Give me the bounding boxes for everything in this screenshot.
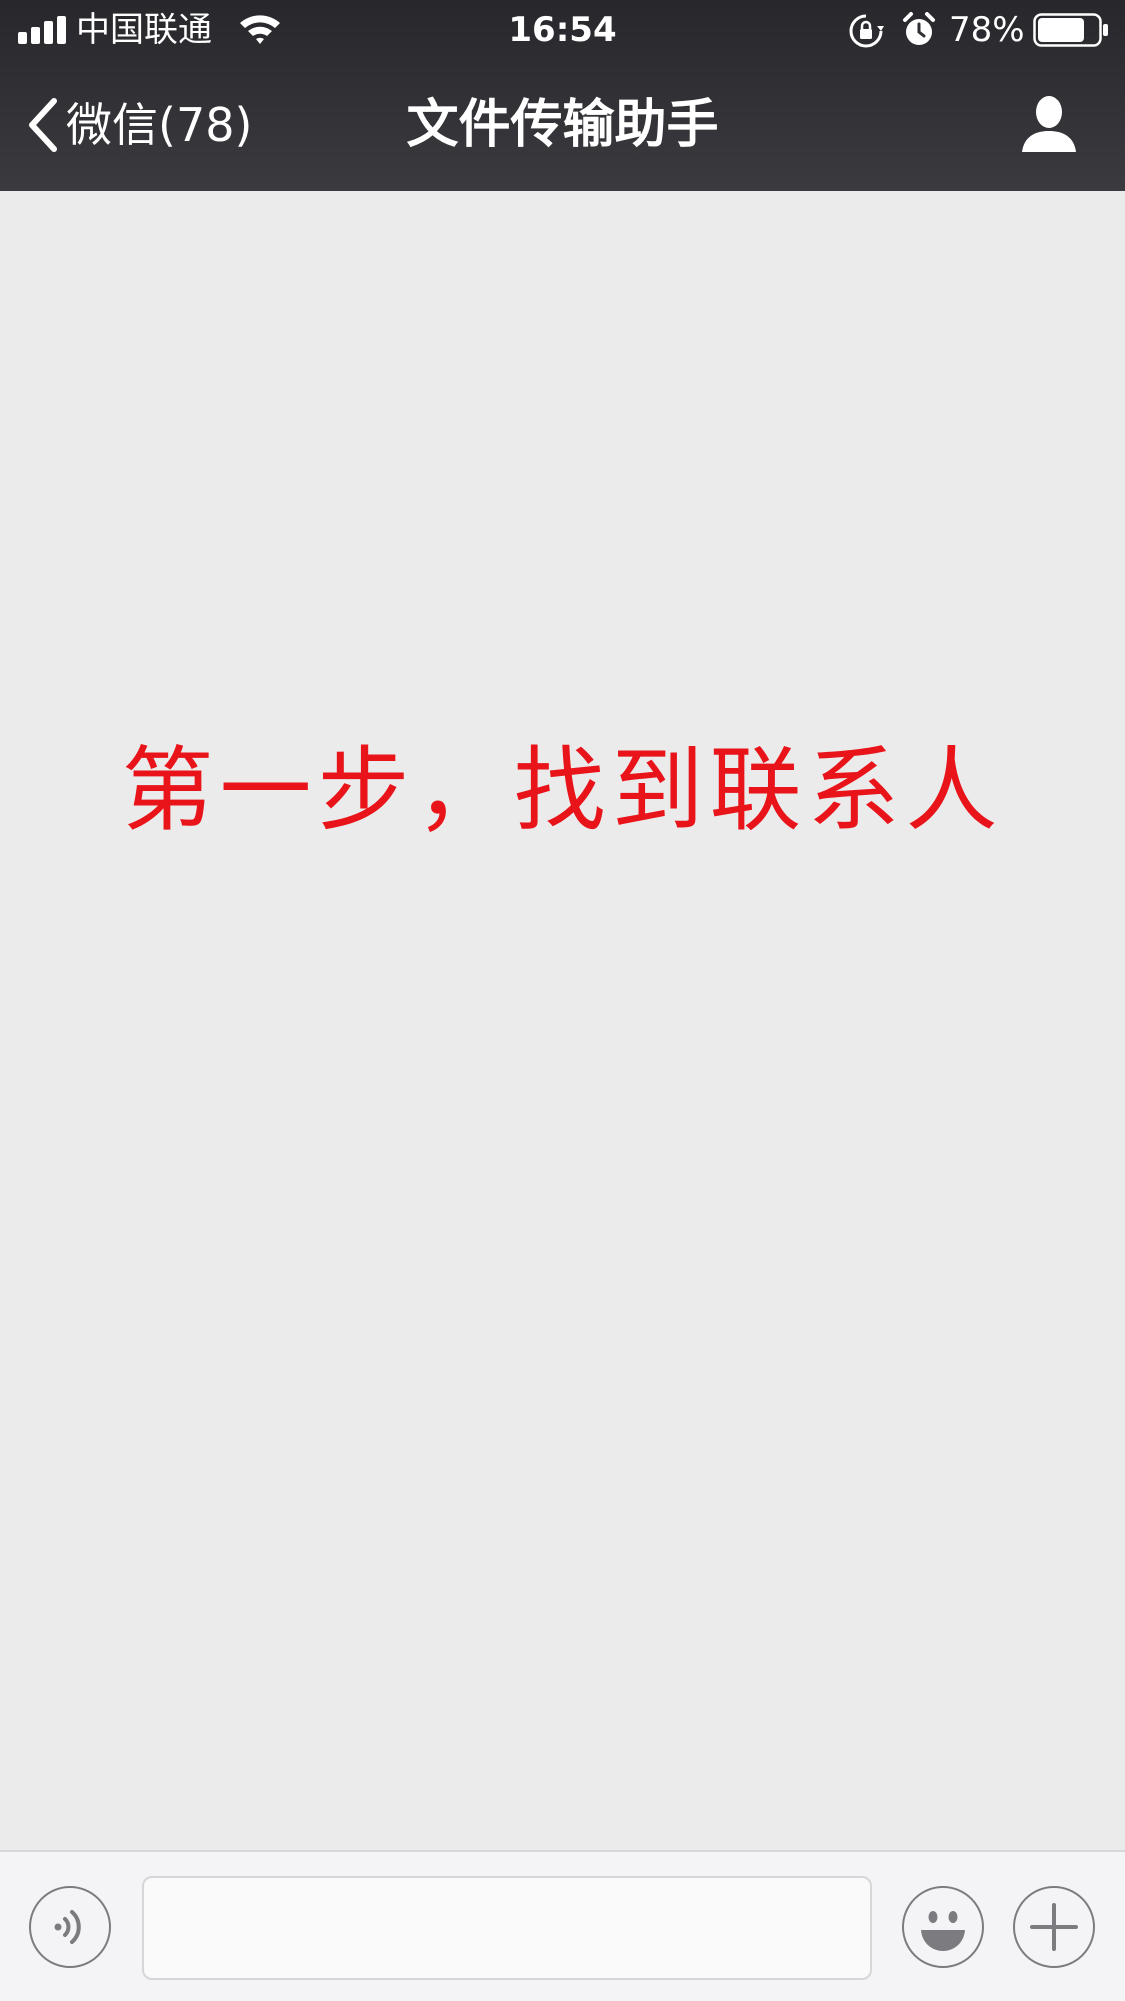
plus-icon: [1030, 1903, 1078, 1951]
battery-icon: [1033, 13, 1108, 47]
more-button[interactable]: [1013, 1886, 1095, 1968]
voice-button[interactable]: [29, 1886, 111, 1968]
status-bar: 中国联通 16:54 78%: [0, 0, 1125, 62]
header: 中国联通 16:54 78% 微信(78) 文件传输助手: [0, 0, 1125, 191]
emoji-icon: [921, 1911, 965, 1951]
chevron-left-icon: [29, 98, 57, 152]
input-toolbar: [0, 1850, 1125, 2001]
chat-area[interactable]: 第一步，找到联系人: [0, 191, 1125, 1850]
voice-icon: [54, 1910, 81, 1944]
instruction-text: 第一步，找到联系人: [121, 737, 1004, 844]
profile-icon[interactable]: [1018, 94, 1080, 154]
alarm-icon: [903, 12, 935, 45]
nav-bar: 微信(78) 文件传输助手: [0, 62, 1125, 191]
chat-screen: 中国联通 16:54 78% 微信(78) 文件传输助手 第一步，找到联系人: [0, 0, 1125, 2001]
back-label: 微信(78): [66, 98, 253, 152]
rotation-lock-icon: [849, 14, 884, 48]
message-input[interactable]: [142, 1876, 872, 1980]
emoji-button[interactable]: [902, 1886, 984, 1968]
back-button[interactable]: 微信(78): [24, 92, 252, 158]
battery-percent: 78%: [949, 10, 1025, 50]
page-title: 文件传输助手: [406, 95, 719, 155]
